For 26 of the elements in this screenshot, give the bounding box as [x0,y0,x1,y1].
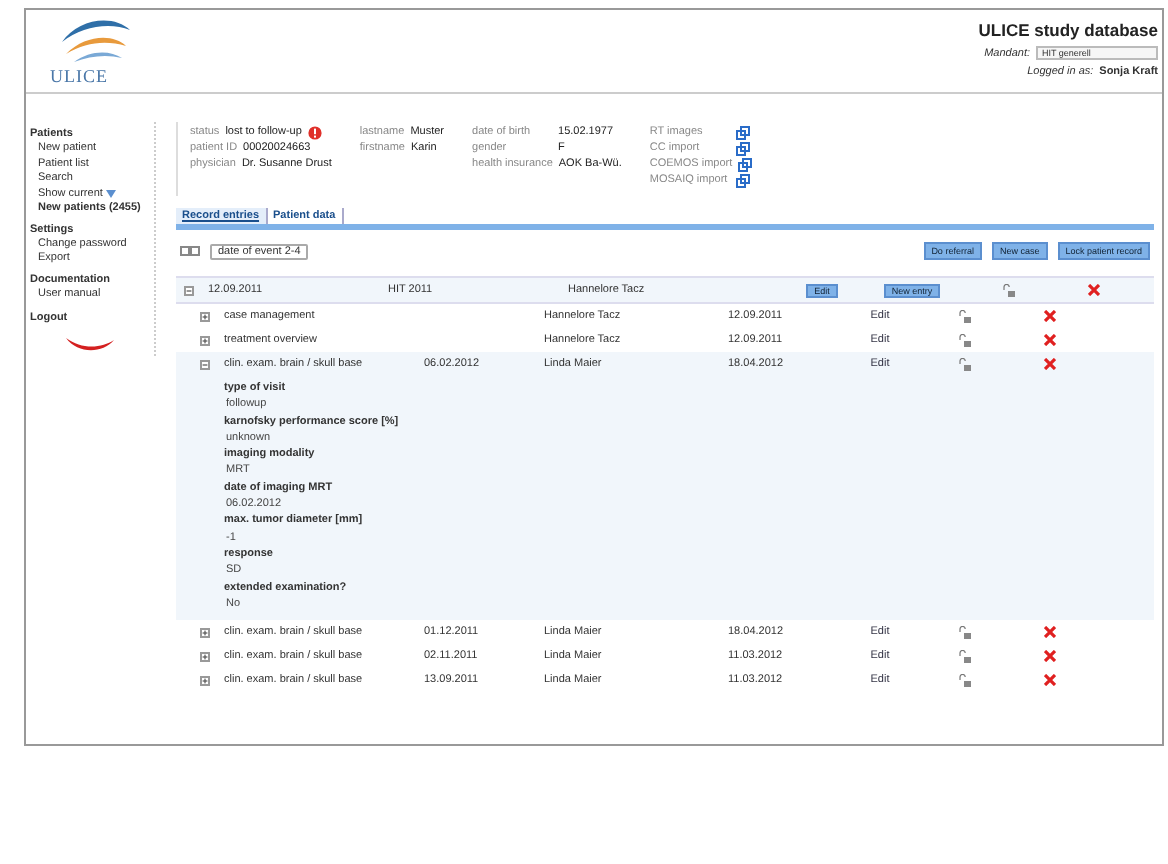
expand-icon[interactable] [200,335,210,345]
delete-icon[interactable] [1044,626,1056,639]
logo-text: ULICE [50,66,108,86]
expand-all-icon[interactable] [180,246,200,256]
delete-icon[interactable] [1088,284,1100,296]
delete-icon[interactable] [1044,334,1056,346]
expand-icon[interactable] [200,359,210,369]
lock-icon[interactable] [958,333,972,347]
expand-icon[interactable] [200,675,210,686]
delete-icon[interactable] [1044,650,1056,663]
lock-icon[interactable] [1002,283,1016,297]
caret-icon [106,190,117,199]
expand-icon[interactable] [200,311,210,321]
delete-icon[interactable] [1044,358,1056,370]
expand-icon[interactable] [200,651,210,662]
lock-icon[interactable] [958,357,972,371]
delete-icon[interactable] [1044,310,1056,322]
lock-icon[interactable] [958,673,972,688]
lock-icon[interactable] [958,625,972,640]
delete-icon[interactable] [1044,674,1056,687]
collapse-icon[interactable] [184,285,194,295]
lock-icon[interactable] [958,649,972,664]
expand-icon[interactable] [200,627,210,638]
swoosh-icon [66,338,114,356]
lock-icon[interactable] [958,309,972,323]
app-title: ULICE study database [978,20,1158,40]
